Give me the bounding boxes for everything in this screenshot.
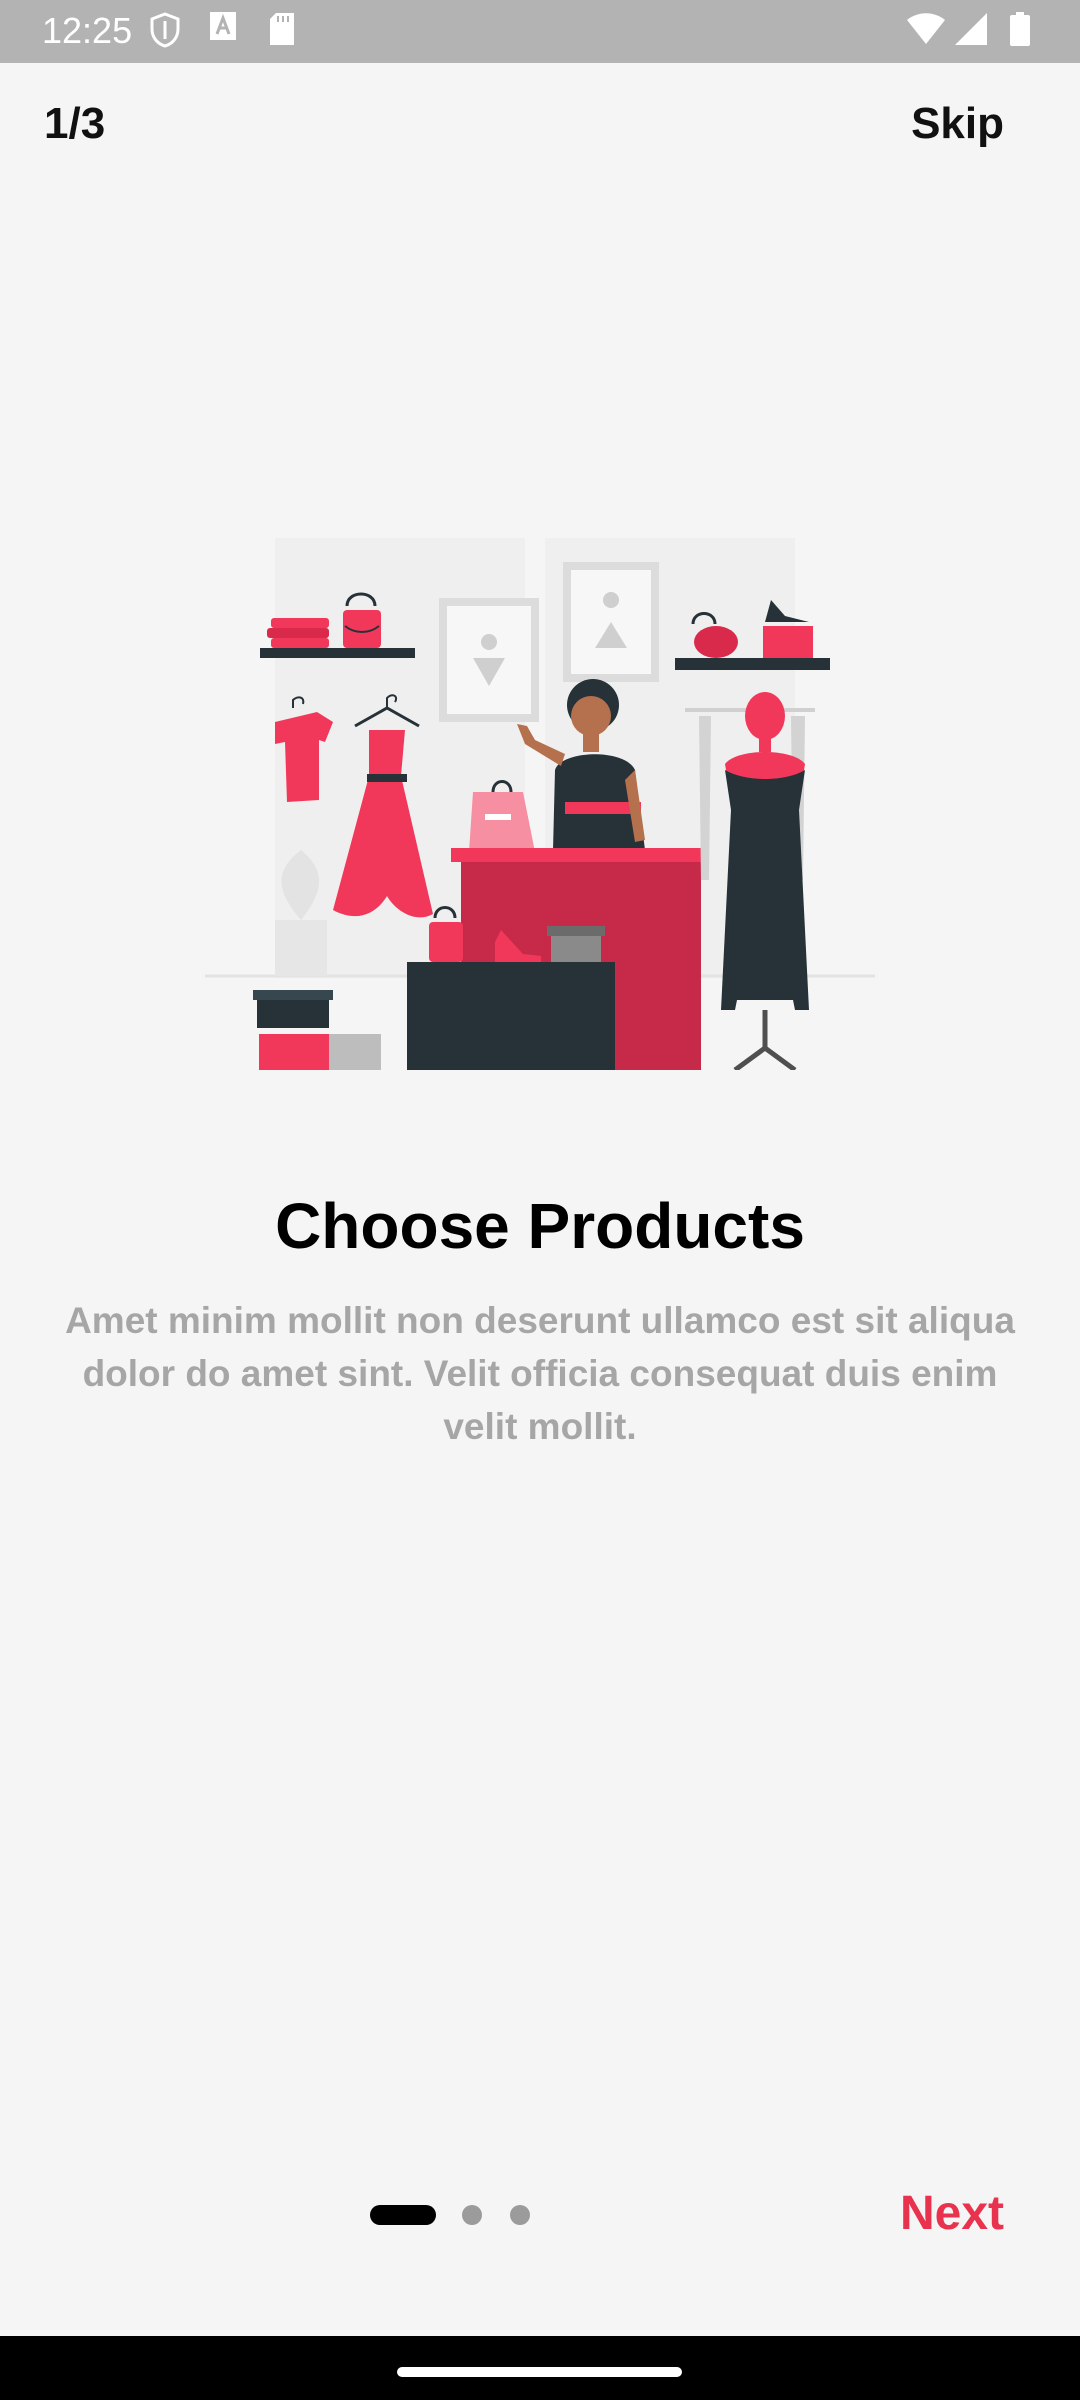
onboarding-title: Choose Products bbox=[275, 1190, 805, 1262]
navigation-bar bbox=[0, 2336, 1080, 2400]
home-indicator[interactable] bbox=[397, 2367, 682, 2377]
status-time: 12:25 bbox=[42, 10, 133, 51]
skip-button[interactable]: Skip bbox=[911, 96, 1004, 152]
wifi-icon bbox=[907, 13, 945, 44]
page-indicator-dot-active bbox=[370, 2205, 436, 2225]
page-indicator bbox=[370, 2203, 540, 2227]
page-counter: 1/3 bbox=[44, 99, 106, 148]
page-indicator-dot bbox=[462, 2205, 482, 2225]
next-button[interactable]: Next bbox=[900, 2184, 1004, 2244]
shield-icon bbox=[150, 12, 180, 48]
shop-illustration bbox=[205, 538, 875, 1070]
status-right-icons bbox=[906, 12, 1036, 52]
status-bar: 12:25 bbox=[0, 0, 1080, 63]
signal-icon bbox=[955, 13, 987, 45]
battery-icon bbox=[1010, 12, 1030, 46]
text-a-icon bbox=[210, 12, 236, 40]
page-indicator-dot bbox=[510, 2205, 530, 2225]
onboarding-description: Amet minim mollit non deserunt ullamco e… bbox=[65, 1300, 1015, 1447]
sd-card-icon bbox=[270, 13, 294, 45]
